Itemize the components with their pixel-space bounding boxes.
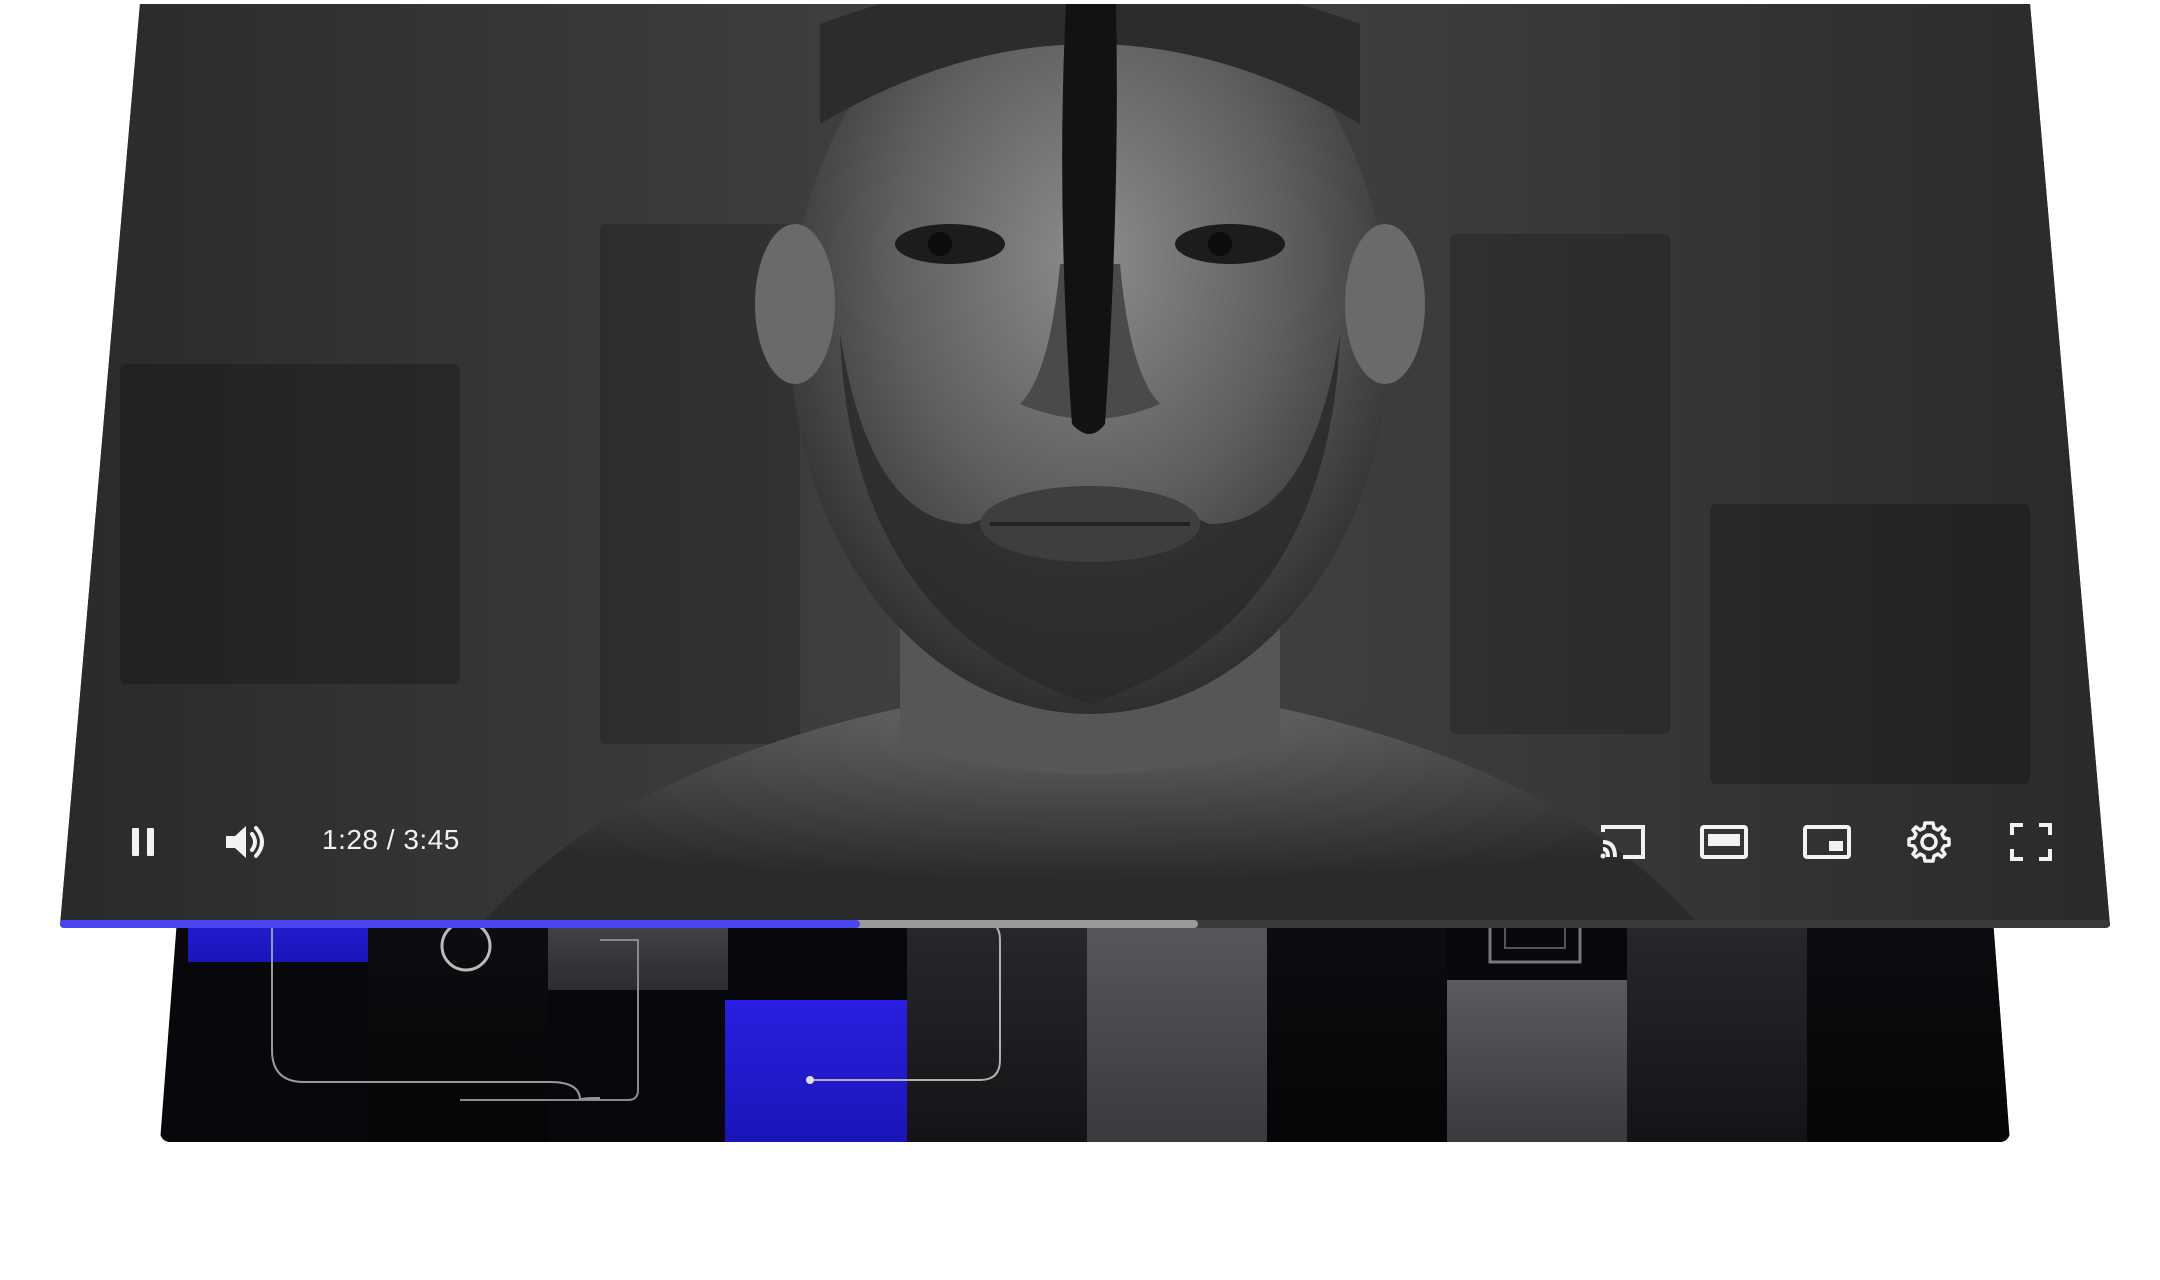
pause-button[interactable] [117, 816, 169, 868]
volume-icon [226, 826, 264, 858]
fullscreen-button[interactable] [2005, 816, 2057, 868]
progress-bar[interactable] [60, 920, 2110, 928]
miniplayer-button[interactable] [1801, 816, 1853, 868]
tile-connector-lines [271, 906, 1582, 1101]
player-controls-bar: 1:28 / 3:45 [60, 794, 2110, 894]
cast-button[interactable] [1596, 816, 1648, 868]
video-player[interactable]: 1:28 / 3:45 [60, 4, 2110, 926]
cast-icon [1600, 825, 1645, 859]
fullscreen-icon [2010, 823, 2052, 861]
pause-icon [132, 828, 154, 856]
theater-mode-button[interactable] [1698, 816, 1750, 868]
settings-button[interactable] [1903, 816, 1955, 868]
volume-button[interactable] [220, 816, 272, 868]
time-display: 1:28 / 3:45 [322, 824, 460, 855]
video-frame [60, 4, 2110, 926]
progress-played [60, 920, 860, 928]
background-tile-deck [160, 900, 2010, 1142]
miniplayer-icon [1803, 825, 1851, 859]
gear-icon [1907, 821, 1951, 863]
theater-mode-icon [1700, 825, 1748, 859]
portrait-image [480, 4, 1700, 926]
